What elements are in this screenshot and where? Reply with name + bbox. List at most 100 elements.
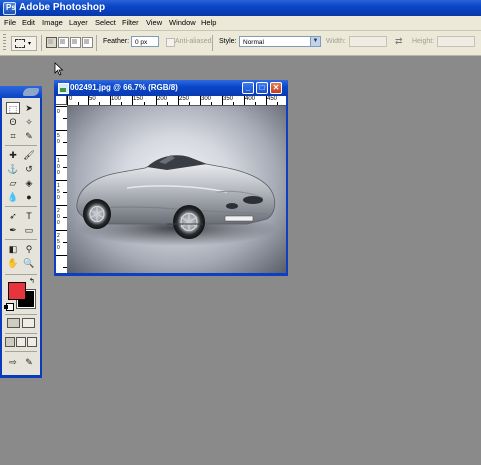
eraser-tool-icon[interactable]: ▱ — [6, 177, 20, 189]
document-title: 002491.jpg @ 66.7% (RGB/8) — [70, 83, 178, 92]
options-bar-grip[interactable] — [3, 34, 6, 51]
brush-tool-icon[interactable]: 🖌 — [22, 149, 36, 161]
divider — [5, 274, 37, 275]
add-to-selection-button[interactable] — [58, 37, 69, 48]
tool-palette: ⬚ ➤ ʘ ✧ ⌗ ✎ ✚ 🖌 ⚓ ↺ ▱ ◈ 💧 ● ➶ T ✒ ▭ ◧ ⚲ … — [0, 86, 42, 378]
divider — [5, 145, 37, 146]
tool-preset-picker[interactable]: ▾ — [11, 36, 37, 51]
path-selection-tool-icon[interactable]: ➶ — [6, 210, 20, 222]
ruler-ticks — [67, 96, 278, 105]
divider — [5, 239, 37, 240]
subtract-from-selection-button[interactable] — [70, 37, 81, 48]
blur-tool-icon[interactable]: 💧 — [6, 191, 20, 203]
standard-screen-mode-button[interactable] — [5, 337, 15, 347]
divider — [5, 314, 37, 315]
ruler-label: 0 — [57, 170, 60, 176]
new-selection-button[interactable] — [46, 37, 57, 48]
crop-tool-icon[interactable]: ⌗ — [6, 130, 20, 142]
menu-help[interactable]: Help — [201, 18, 216, 27]
divider — [5, 351, 37, 352]
anti-aliased-label: Anti-aliased — [175, 38, 212, 45]
pen-tool-icon[interactable]: ✒ — [6, 224, 20, 236]
menu-window[interactable]: Window — [169, 18, 196, 27]
paint-bucket-tool-icon[interactable]: ◈ — [22, 177, 36, 189]
divider — [41, 35, 42, 51]
quick-mask-mode-button[interactable] — [22, 318, 35, 328]
ruler-label: 0 — [57, 139, 60, 145]
menu-layer[interactable]: Layer — [69, 18, 88, 27]
foreground-color-swatch[interactable] — [8, 282, 26, 300]
rectangular-marquee-tool-icon[interactable]: ⬚ — [6, 102, 20, 114]
options-bar: ▾ Feather: 0 px Anti-aliased Style: Norm… — [0, 31, 481, 56]
full-screen-menu-mode-button[interactable] — [16, 337, 26, 347]
ruler-ticks: 0 5 0 1 0 0 1 5 0 2 0 0 2 5 0 — [56, 106, 67, 268]
document-window: 002491.jpg @ 66.7% (RGB/8) _ □ ✕ 0 50 10… — [54, 80, 288, 276]
menu-edit[interactable]: Edit — [22, 18, 35, 27]
document-title-bar[interactable]: 002491.jpg @ 66.7% (RGB/8) _ □ ✕ — [54, 80, 288, 96]
intersect-selection-button[interactable] — [82, 37, 93, 48]
healing-brush-tool-icon[interactable]: ✚ — [6, 149, 20, 161]
photoshop-icon[interactable]: Ps — [3, 2, 16, 15]
feather-logo-icon — [23, 88, 39, 96]
ruler-origin[interactable] — [56, 96, 67, 105]
feather-label: Feather: — [103, 38, 130, 45]
type-tool-icon[interactable]: T — [22, 210, 36, 222]
ruler-label: 0 — [57, 109, 60, 115]
history-brush-tool-icon[interactable]: ↺ — [22, 163, 36, 175]
feather-input[interactable]: 0 px — [131, 36, 159, 47]
image-file-icon — [58, 83, 69, 94]
minimize-button[interactable]: _ — [242, 82, 254, 94]
slice-tool-icon[interactable]: ✎ — [22, 130, 36, 142]
image-canvas[interactable] — [67, 106, 286, 273]
width-input — [349, 36, 387, 47]
chevron-down-icon[interactable]: ▼ — [310, 37, 320, 46]
divider — [212, 35, 213, 51]
shape-tool-icon[interactable]: ▭ — [22, 224, 36, 236]
clone-stamp-tool-icon[interactable]: ⚓ — [6, 163, 20, 175]
style-label: Style: — [219, 38, 237, 45]
edit-in-imageready-icon[interactable]: ✎ — [22, 356, 36, 368]
lasso-tool-icon[interactable]: ʘ — [6, 116, 20, 128]
ruler-label: 0 — [57, 220, 60, 226]
style-select[interactable]: Normal ▼ — [239, 36, 321, 47]
zoom-tool-icon[interactable]: 🔍 — [22, 257, 36, 269]
standard-mode-button[interactable] — [7, 318, 20, 328]
tool-palette-header[interactable] — [0, 86, 42, 98]
style-select-value: Normal — [243, 39, 264, 46]
height-input — [437, 36, 475, 47]
menu-bar: File Edit Image Layer Select Filter View… — [0, 16, 481, 31]
divider — [5, 206, 37, 207]
app-title: Adobe Photoshop — [19, 2, 106, 13]
magic-wand-tool-icon[interactable]: ✧ — [22, 116, 36, 128]
menu-view[interactable]: View — [146, 18, 162, 27]
jump-to-imageready-icon[interactable]: ⇨ — [5, 356, 21, 368]
car-photo — [76, 155, 277, 246]
ruler-label: 0 — [57, 245, 60, 251]
horizontal-ruler[interactable]: 0 50 100 150 200 250 300 350 400 450 — [67, 96, 286, 106]
menu-file[interactable]: File — [4, 18, 16, 27]
close-button[interactable]: ✕ — [270, 82, 282, 94]
app-title-bar: Ps Adobe Photoshop — [0, 0, 481, 16]
anti-aliased-checkbox — [166, 38, 175, 47]
maximize-button[interactable]: □ — [256, 82, 268, 94]
divider — [5, 333, 37, 334]
divider — [96, 35, 97, 51]
ruler-label: 0 — [57, 195, 60, 201]
eyedropper-tool-icon[interactable]: ⚲ — [22, 243, 36, 255]
menu-select[interactable]: Select — [95, 18, 116, 27]
dodge-tool-icon[interactable]: ● — [22, 191, 36, 203]
default-colors-black-icon — [4, 305, 8, 309]
menu-filter[interactable]: Filter — [122, 18, 139, 27]
notes-tool-icon[interactable]: ◧ — [6, 243, 20, 255]
hand-tool-icon[interactable]: ✋ — [6, 257, 20, 269]
mouse-cursor-icon — [54, 62, 64, 76]
height-label: Height: — [412, 38, 435, 45]
width-label: Width: — [326, 38, 346, 45]
move-tool-icon[interactable]: ➤ — [22, 102, 36, 114]
rectangular-marquee-icon — [15, 39, 25, 48]
chevron-down-icon: ▾ — [28, 41, 32, 47]
menu-image[interactable]: Image — [42, 18, 63, 27]
full-screen-mode-button[interactable] — [27, 337, 37, 347]
swap-colors-icon[interactable]: ↰ — [29, 277, 35, 285]
swap-width-height-icon: ⇄ — [395, 36, 403, 46]
